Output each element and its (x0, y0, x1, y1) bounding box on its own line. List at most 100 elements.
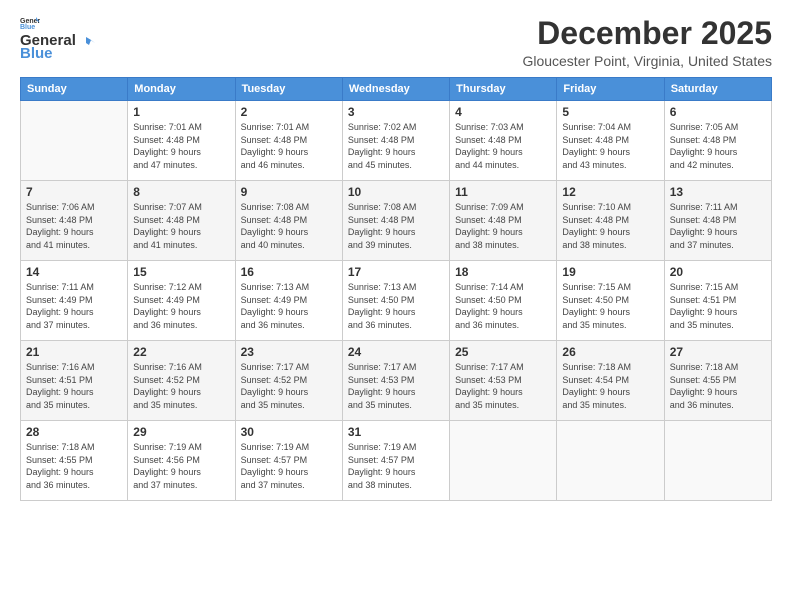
day-number: 26 (562, 345, 658, 359)
logo-icon: General Blue (20, 16, 40, 30)
calendar-cell: 24Sunrise: 7:17 AM Sunset: 4:53 PM Dayli… (342, 341, 449, 421)
day-info: Sunrise: 7:16 AM Sunset: 4:52 PM Dayligh… (133, 361, 229, 411)
day-number: 10 (348, 185, 444, 199)
day-number: 3 (348, 105, 444, 119)
day-info: Sunrise: 7:19 AM Sunset: 4:57 PM Dayligh… (348, 441, 444, 491)
day-number: 15 (133, 265, 229, 279)
day-number: 17 (348, 265, 444, 279)
day-info: Sunrise: 7:07 AM Sunset: 4:48 PM Dayligh… (133, 201, 229, 251)
calendar-week-1: 1 Sunrise: 7:01 AM Sunset: 4:48 PM Daylig… (21, 101, 772, 181)
day-number: 6 (670, 105, 766, 119)
day-info: Sunrise: 7:14 AM Sunset: 4:50 PM Dayligh… (455, 281, 551, 331)
calendar-cell: 4 Sunrise: 7:03 AM Sunset: 4:48 PM Daylig… (450, 101, 557, 181)
calendar-cell: 6Sunrise: 7:05 AM Sunset: 4:48 PM Daylig… (664, 101, 771, 181)
day-info: Sunrise: 7:19 AM Sunset: 4:56 PM Dayligh… (133, 441, 229, 491)
day-info: Sunrise: 7:15 AM Sunset: 4:51 PM Dayligh… (670, 281, 766, 331)
day-number: 5 (562, 105, 658, 119)
day-info: Sunrise: 7:10 AM Sunset: 4:48 PM Dayligh… (562, 201, 658, 251)
calendar-cell (557, 421, 664, 501)
calendar-cell: 13Sunrise: 7:11 AM Sunset: 4:48 PM Dayli… (664, 181, 771, 261)
logo-bird-icon (77, 35, 95, 47)
day-number: 29 (133, 425, 229, 439)
day-number: 27 (670, 345, 766, 359)
day-info: Sunrise: 7:04 AM Sunset: 4:48 PM Dayligh… (562, 121, 658, 171)
day-info: Sunrise: 7:18 AM Sunset: 4:55 PM Dayligh… (26, 441, 122, 491)
day-header-friday: Friday (557, 78, 664, 101)
calendar-cell: 2 Sunrise: 7:01 AM Sunset: 4:48 PM Daylig… (235, 101, 342, 181)
day-info: Sunrise: 7:09 AM Sunset: 4:48 PM Dayligh… (455, 201, 551, 251)
calendar-cell: 25Sunrise: 7:17 AM Sunset: 4:53 PM Dayli… (450, 341, 557, 421)
calendar-cell: 19Sunrise: 7:15 AM Sunset: 4:50 PM Dayli… (557, 261, 664, 341)
calendar-cell: 28 Sunrise: 7:18 AM Sunset: 4:55 PM Dayli… (21, 421, 128, 501)
day-number: 19 (562, 265, 658, 279)
day-number: 20 (670, 265, 766, 279)
day-number: 1 (133, 105, 229, 119)
calendar-header-row: SundayMondayTuesdayWednesdayThursdayFrid… (21, 78, 772, 101)
day-header-tuesday: Tuesday (235, 78, 342, 101)
day-info: Sunrise: 7:01 AM Sunset: 4:48 PM Dayligh… (133, 121, 229, 171)
calendar-cell: 7 Sunrise: 7:06 AM Sunset: 4:48 PM Daylig… (21, 181, 128, 261)
day-info: Sunrise: 7:01 AM Sunset: 4:48 PM Dayligh… (241, 121, 337, 171)
day-number: 22 (133, 345, 229, 359)
calendar-cell: 29 Sunrise: 7:19 AM Sunset: 4:56 PM Dayli… (128, 421, 235, 501)
day-number: 23 (241, 345, 337, 359)
day-header-sunday: Sunday (21, 78, 128, 101)
day-number: 4 (455, 105, 551, 119)
day-number: 24 (348, 345, 444, 359)
calendar-cell (450, 421, 557, 501)
day-info: Sunrise: 7:19 AM Sunset: 4:57 PM Dayligh… (241, 441, 337, 491)
day-number: 13 (670, 185, 766, 199)
calendar-cell: 15 Sunrise: 7:12 AM Sunset: 4:49 PM Dayli… (128, 261, 235, 341)
calendar-cell: 22 Sunrise: 7:16 AM Sunset: 4:52 PM Dayli… (128, 341, 235, 421)
calendar-cell: 12 Sunrise: 7:10 AM Sunset: 4:48 PM Dayli… (557, 181, 664, 261)
calendar-cell: 27Sunrise: 7:18 AM Sunset: 4:55 PM Dayli… (664, 341, 771, 421)
day-number: 2 (241, 105, 337, 119)
day-info: Sunrise: 7:13 AM Sunset: 4:50 PM Dayligh… (348, 281, 444, 331)
day-number: 28 (26, 425, 122, 439)
calendar-week-5: 28 Sunrise: 7:18 AM Sunset: 4:55 PM Dayli… (21, 421, 772, 501)
subtitle: Gloucester Point, Virginia, United State… (522, 53, 772, 69)
calendar-cell: 3Sunrise: 7:02 AM Sunset: 4:48 PM Daylig… (342, 101, 449, 181)
title-block: December 2025 Gloucester Point, Virginia… (522, 16, 772, 69)
logo-blue: Blue (20, 45, 53, 62)
calendar-cell: 11 Sunrise: 7:09 AM Sunset: 4:48 PM Dayli… (450, 181, 557, 261)
calendar-cell: 26 Sunrise: 7:18 AM Sunset: 4:54 PM Dayli… (557, 341, 664, 421)
calendar-cell: 23 Sunrise: 7:17 AM Sunset: 4:52 PM Dayli… (235, 341, 342, 421)
day-info: Sunrise: 7:13 AM Sunset: 4:49 PM Dayligh… (241, 281, 337, 331)
calendar-cell: 8 Sunrise: 7:07 AM Sunset: 4:48 PM Daylig… (128, 181, 235, 261)
calendar-cell: 5 Sunrise: 7:04 AM Sunset: 4:48 PM Daylig… (557, 101, 664, 181)
header: General Blue General Blue December 2025 … (20, 16, 772, 69)
day-number: 21 (26, 345, 122, 359)
day-number: 31 (348, 425, 444, 439)
day-info: Sunrise: 7:11 AM Sunset: 4:49 PM Dayligh… (26, 281, 122, 331)
logo: General Blue General Blue (20, 16, 96, 62)
calendar-cell (664, 421, 771, 501)
calendar-table: SundayMondayTuesdayWednesdayThursdayFrid… (20, 77, 772, 501)
calendar-cell: 20 Sunrise: 7:15 AM Sunset: 4:51 PM Dayli… (664, 261, 771, 341)
day-number: 8 (133, 185, 229, 199)
day-info: Sunrise: 7:17 AM Sunset: 4:52 PM Dayligh… (241, 361, 337, 411)
day-number: 30 (241, 425, 337, 439)
calendar-cell: 9Sunrise: 7:08 AM Sunset: 4:48 PM Daylig… (235, 181, 342, 261)
calendar-cell (21, 101, 128, 181)
calendar-cell: 17 Sunrise: 7:13 AM Sunset: 4:50 PM Dayli… (342, 261, 449, 341)
day-info: Sunrise: 7:16 AM Sunset: 4:51 PM Dayligh… (26, 361, 122, 411)
day-number: 11 (455, 185, 551, 199)
calendar-cell: 30 Sunrise: 7:19 AM Sunset: 4:57 PM Dayli… (235, 421, 342, 501)
day-info: Sunrise: 7:18 AM Sunset: 4:54 PM Dayligh… (562, 361, 658, 411)
day-info: Sunrise: 7:03 AM Sunset: 4:48 PM Dayligh… (455, 121, 551, 171)
day-number: 16 (241, 265, 337, 279)
day-number: 18 (455, 265, 551, 279)
calendar-cell: 31 Sunrise: 7:19 AM Sunset: 4:57 PM Dayli… (342, 421, 449, 501)
day-number: 12 (562, 185, 658, 199)
main-title: December 2025 (522, 16, 772, 51)
day-info: Sunrise: 7:12 AM Sunset: 4:49 PM Dayligh… (133, 281, 229, 331)
day-info: Sunrise: 7:08 AM Sunset: 4:48 PM Dayligh… (348, 201, 444, 251)
day-number: 7 (26, 185, 122, 199)
calendar-cell: 18 Sunrise: 7:14 AM Sunset: 4:50 PM Dayli… (450, 261, 557, 341)
calendar-cell: 10 Sunrise: 7:08 AM Sunset: 4:48 PM Dayli… (342, 181, 449, 261)
day-info: Sunrise: 7:08 AM Sunset: 4:48 PM Dayligh… (241, 201, 337, 251)
calendar-cell: 1 Sunrise: 7:01 AM Sunset: 4:48 PM Daylig… (128, 101, 235, 181)
day-info: Sunrise: 7:06 AM Sunset: 4:48 PM Dayligh… (26, 201, 122, 251)
day-header-saturday: Saturday (664, 78, 771, 101)
